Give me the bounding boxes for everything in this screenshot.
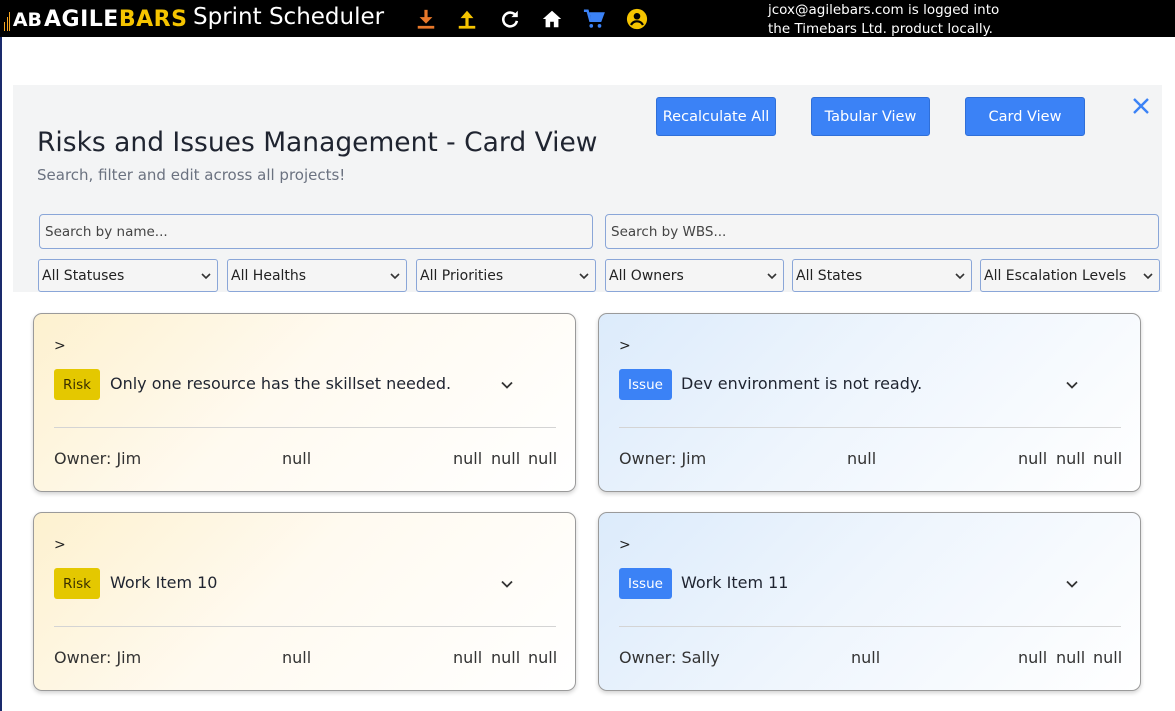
card-value: null — [528, 648, 558, 667]
card-owner: Owner: Jim — [54, 648, 142, 667]
card-title: Work Item 10 — [110, 573, 218, 592]
card-value: null — [1018, 648, 1048, 667]
card-value: null — [528, 449, 558, 468]
management-panel: Risks and Issues Management - Card View … — [13, 85, 1162, 292]
card-value: null — [851, 648, 881, 667]
card-caret[interactable]: > — [54, 537, 66, 553]
logo-text-agile: AGILE — [44, 6, 119, 32]
chevron-down-icon[interactable] — [1064, 377, 1080, 393]
status-filter-value: All Statuses — [42, 267, 125, 284]
card-divider — [619, 626, 1121, 627]
search-by-name-input[interactable] — [39, 214, 593, 249]
chevron-down-icon[interactable] — [499, 576, 515, 592]
issue-type-badge: Issue — [619, 369, 672, 400]
agilebars-logo[interactable]: AB AGILE BARS — [4, 5, 187, 33]
card-divider — [619, 427, 1121, 428]
issue-card[interactable]: > Issue Work Item 11 Owner: Sally null n… — [598, 512, 1141, 691]
account-icon[interactable] — [626, 8, 648, 30]
card-owner: Owner: Sally — [619, 648, 720, 667]
chevron-down-icon[interactable] — [499, 377, 515, 393]
risk-card[interactable]: > Risk Work Item 10 Owner: Jim null null… — [33, 512, 576, 691]
chevron-down-icon — [390, 272, 400, 279]
risk-card[interactable]: > Risk Only one resource has the skillse… — [33, 313, 576, 492]
chevron-down-icon — [1143, 272, 1153, 279]
card-value: null — [1093, 648, 1123, 667]
chevron-down-icon — [767, 272, 777, 279]
card-value: null — [453, 449, 483, 468]
state-filter-value: All States — [796, 267, 863, 284]
card-title: Only one resource has the skillset neede… — [110, 374, 452, 393]
page-subtitle: Search, filter and edit across all proje… — [37, 166, 346, 184]
card-value: null — [1056, 449, 1086, 468]
card-title: Dev environment is not ready. — [681, 374, 923, 393]
home-icon[interactable] — [541, 8, 563, 30]
owner-filter-value: All Owners — [609, 267, 684, 284]
refresh-icon[interactable] — [499, 8, 521, 30]
chevron-down-icon — [579, 272, 589, 279]
page-title: Risks and Issues Management - Card View — [37, 127, 598, 158]
health-filter-select[interactable]: All Healths — [227, 259, 407, 292]
card-owner: Owner: Jim — [54, 449, 142, 468]
card-value: null — [282, 648, 312, 667]
risk-type-badge: Risk — [54, 369, 100, 400]
download-icon[interactable] — [415, 8, 437, 30]
login-info: jcox@agilebars.com is logged into the Ti… — [768, 1, 999, 39]
card-value: null — [282, 449, 312, 468]
state-filter-select[interactable]: All States — [792, 259, 972, 292]
card-value: null — [491, 648, 521, 667]
chevron-down-icon — [955, 272, 965, 279]
logo-mark-text: AB — [12, 9, 43, 31]
owner-filter-select[interactable]: All Owners — [605, 259, 784, 292]
escalation-filter-select[interactable]: All Escalation Levels — [980, 259, 1160, 292]
card-value: null — [1093, 449, 1123, 468]
card-caret[interactable]: > — [619, 338, 631, 354]
card-value: null — [491, 449, 521, 468]
chevron-down-icon — [201, 272, 211, 279]
card-owner: Owner: Jim — [619, 449, 707, 468]
card-caret[interactable]: > — [54, 338, 66, 354]
escalation-filter-value: All Escalation Levels — [984, 267, 1127, 284]
card-value: null — [1018, 449, 1048, 468]
upload-icon[interactable] — [456, 8, 478, 30]
top-bar: AB AGILE BARS Sprint Scheduler jcox@agile… — [0, 0, 1175, 37]
issue-card[interactable]: > Issue Dev environment is not ready. Ow… — [598, 313, 1141, 492]
tabular-view-button[interactable]: Tabular View — [811, 97, 930, 136]
issue-type-badge: Issue — [619, 568, 672, 599]
cart-icon[interactable] — [583, 8, 605, 30]
logo-text-bars: BARS — [118, 6, 188, 32]
priority-filter-select[interactable]: All Priorities — [416, 259, 596, 292]
card-view-button[interactable]: Card View — [965, 97, 1085, 136]
card-divider — [54, 427, 556, 428]
chevron-down-icon[interactable] — [1064, 576, 1080, 592]
recalculate-all-button[interactable]: Recalculate All — [656, 97, 776, 136]
priority-filter-value: All Priorities — [420, 267, 504, 284]
login-info-line2: the Timebars Ltd. product locally. — [768, 21, 993, 37]
login-info-line1: jcox@agilebars.com is logged into — [768, 2, 1000, 18]
card-value: null — [1056, 648, 1086, 667]
logo-mark: AB — [4, 7, 42, 31]
card-caret[interactable]: > — [619, 537, 631, 553]
app-title: Sprint Scheduler — [193, 4, 385, 30]
card-title: Work Item 11 — [681, 573, 789, 592]
search-by-wbs-input[interactable] — [605, 214, 1159, 249]
close-icon[interactable] — [1129, 94, 1153, 118]
status-filter-select[interactable]: All Statuses — [38, 259, 218, 292]
card-value: null — [453, 648, 483, 667]
left-edge-strip — [0, 37, 2, 711]
card-value: null — [847, 449, 877, 468]
card-divider — [54, 626, 556, 627]
health-filter-value: All Healths — [231, 267, 307, 284]
risk-type-badge: Risk — [54, 568, 100, 599]
